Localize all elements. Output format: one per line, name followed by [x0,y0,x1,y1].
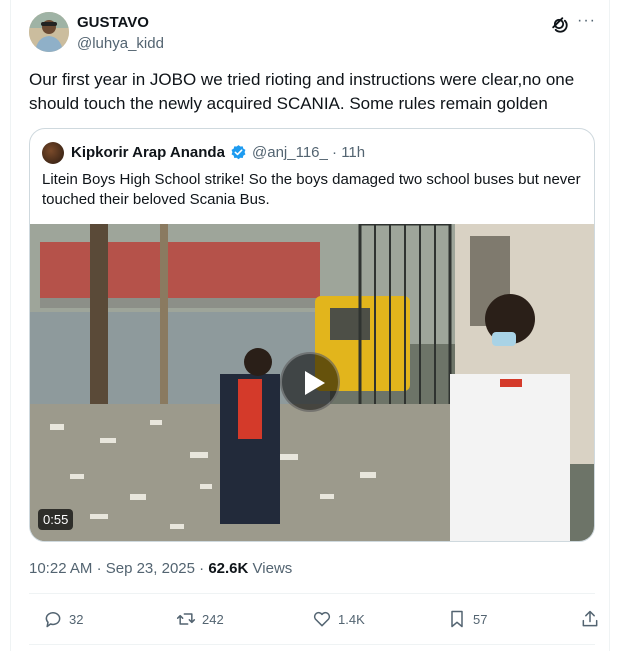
views-count: 62.6K [208,560,249,577]
share-button[interactable] [580,603,600,635]
tweet-time[interactable]: 10:22 AM [29,560,92,577]
author-handle[interactable]: @luhya_kidd [77,35,164,52]
quoted-tweet-text: Litein Boys High School strike! So the b… [42,171,581,208]
more-options-icon[interactable]: ··· [577,12,596,30]
quoted-author-name[interactable]: Kipkorir Arap Ananda [71,144,225,161]
views-label: Views [252,560,293,577]
quoted-author-avatar[interactable] [42,142,64,164]
verified-badge-icon [231,145,246,160]
like-count: 1.4K [338,611,365,627]
action-bar: 32 242 1.4K 57 [29,603,598,635]
tweet-card: GUSTAVO @luhya_kidd ··· Our first year i… [10,0,610,651]
meta-separator: · [332,144,338,161]
grok-icon[interactable] [549,14,569,34]
author-avatar[interactable] [29,12,69,52]
video-player[interactable]: 0:55 [30,224,594,541]
bookmark-count: 57 [473,611,488,627]
tweet-text: Our first year in JOBO we tried rioting … [29,70,575,113]
meta-separator: · [199,560,205,577]
meta-separator: · [96,560,102,577]
video-duration: 0:55 [38,509,74,530]
quoted-author-meta: @anj_116_ · 11h [252,144,365,161]
like-button[interactable]: 1.4K [312,603,365,635]
reply-icon [45,612,61,628]
quoted-tweet-time[interactable]: 11h [341,144,365,161]
divider [29,593,595,594]
tweet-meta: 10:22 AM · Sep 23, 2025 · 62.6K Views [29,560,292,577]
author-name[interactable]: GUSTAVO [77,14,149,31]
reply-count: 32 [69,611,84,627]
play-button[interactable] [280,352,340,412]
bookmark-icon [451,610,463,628]
reply-button[interactable]: 32 [43,603,83,635]
heart-icon [313,611,331,627]
quoted-author-handle[interactable]: @anj_116_ [252,144,328,161]
divider [29,644,595,645]
bookmark-button[interactable]: 57 [447,603,487,635]
share-icon [582,610,598,627]
quoted-tweet[interactable]: Kipkorir Arap Ananda @anj_116_ · 11h Lit… [29,128,595,542]
repost-button[interactable]: 242 [176,603,224,635]
tweet-date[interactable]: Sep 23, 2025 [106,560,195,577]
repost-count: 242 [202,611,224,627]
repost-icon [176,613,196,625]
